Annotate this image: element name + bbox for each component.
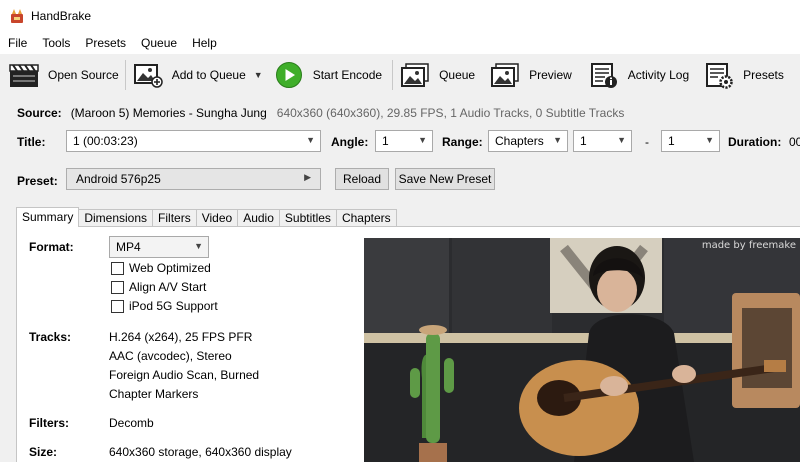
toolbar-separator (392, 60, 394, 90)
menu-tools[interactable]: Tools (34, 32, 77, 54)
pictures-stack-icon (399, 61, 431, 89)
add-picture-icon (132, 61, 164, 89)
duration-label: Duration: (728, 135, 782, 149)
start-encode-label: Start Encode (312, 68, 383, 82)
activity-log-button[interactable]: Activity Log (584, 57, 693, 93)
tab-dimensions[interactable]: Dimensions (78, 209, 154, 227)
chevron-down-icon: ▼ (418, 135, 427, 145)
web-optimized-checkbox[interactable] (111, 262, 124, 275)
open-source-button[interactable]: Open Source (4, 57, 123, 93)
preset-label: Preset: (17, 174, 58, 188)
title-bar: HandBrake (0, 0, 800, 32)
angle-select-value: 1 (382, 134, 389, 148)
save-new-preset-button[interactable]: Save New Preset (395, 168, 495, 190)
open-source-label: Open Source (48, 68, 119, 82)
tab-filters[interactable]: Filters (152, 209, 197, 227)
tab-strip: Summary Dimensions Filters Video Audio S… (16, 207, 397, 227)
duration-value: 00 (789, 135, 800, 149)
tab-audio[interactable]: Audio (237, 209, 280, 227)
chevron-down-icon: ▼ (194, 241, 203, 251)
preview-button[interactable]: Preview (485, 57, 576, 93)
presets-gear-icon (703, 61, 735, 89)
chevron-down-icon: ▼ (306, 135, 315, 145)
source-name: (Maroon 5) Memories - Sungha Jung (70, 106, 267, 120)
tab-subtitles[interactable]: Subtitles (278, 209, 337, 227)
preview-pictures-icon (489, 61, 521, 89)
tab-summary[interactable]: Summary (16, 207, 80, 227)
chevron-down-icon[interactable]: ▼ (254, 70, 263, 80)
reload-button[interactable]: Reload (335, 168, 389, 190)
range-type-value: Chapters (495, 134, 544, 148)
queue-button[interactable]: Queue (395, 57, 479, 93)
ipod-support-label: iPod 5G Support (129, 299, 218, 313)
source-details: 640x360 (640x360), 29.85 FPS, 1 Audio Tr… (276, 106, 625, 120)
add-to-queue-label: Add to Queue (171, 68, 246, 82)
tracks-label: Tracks: (29, 330, 72, 344)
title-select-value: 1 (00:03:23) (73, 134, 138, 148)
format-select-value: MP4 (116, 240, 141, 254)
menu-file[interactable]: File (0, 32, 34, 54)
title-select[interactable]: 1 (00:03:23) ▼ (66, 130, 321, 152)
web-optimized-label: Web Optimized (129, 261, 211, 275)
tab-chapters[interactable]: Chapters (335, 209, 397, 227)
track-audio: AAC (avcodec), Stereo (109, 349, 232, 363)
format-select[interactable]: MP4 ▼ (109, 236, 209, 258)
track-chapters: Chapter Markers (109, 387, 199, 401)
title-label: Title: (17, 135, 46, 149)
source-row: Source: (Maroon 5) Memories - Sungha Jun… (17, 106, 624, 120)
preview-scene-illustration (364, 238, 800, 462)
range-label: Range: (442, 135, 483, 149)
angle-select[interactable]: 1 ▼ (375, 130, 433, 152)
toolbar: Open Source Add to Queue ▼ Start Encode (0, 54, 800, 96)
menu-bar: File Tools Presets Queue Help (0, 32, 800, 54)
align-av-checkbox[interactable] (111, 281, 124, 294)
presets-label: Presets (743, 68, 784, 82)
tab-video[interactable]: Video (195, 209, 239, 227)
play-icon (273, 61, 305, 89)
chevron-down-icon: ▼ (553, 135, 562, 145)
range-start-value: 1 (580, 134, 587, 148)
menu-queue[interactable]: Queue (133, 32, 184, 54)
align-av-label: Align A/V Start (129, 280, 207, 294)
track-video: H.264 (x264), 25 FPS PFR (109, 330, 253, 344)
queue-label: Queue (439, 68, 476, 82)
preset-selector-value: Android 576p25 (76, 172, 161, 186)
range-dash: - (645, 135, 649, 149)
add-to-queue-button[interactable]: Add to Queue ▼ (128, 57, 267, 93)
chevron-right-icon: ▶ (304, 172, 311, 182)
start-encode-button[interactable]: Start Encode (269, 57, 386, 93)
range-end-select[interactable]: 1 ▼ (661, 130, 720, 152)
activity-log-icon (588, 61, 620, 89)
format-label: Format: (29, 240, 74, 254)
film-clapper-icon (8, 61, 40, 89)
range-start-select[interactable]: 1 ▼ (573, 130, 632, 152)
chevron-down-icon: ▼ (617, 135, 626, 145)
handbrake-logo-icon (11, 9, 23, 23)
activity-log-label: Activity Log (627, 68, 690, 82)
menu-help[interactable]: Help (184, 32, 224, 54)
size-value: 640x360 storage, 640x360 display (109, 445, 292, 459)
window-title: HandBrake (31, 9, 92, 23)
filters-value: Decomb (109, 416, 154, 430)
presets-button[interactable]: Presets (699, 57, 788, 93)
ipod-support-checkbox[interactable] (111, 300, 124, 313)
preview-image: made by freemake (364, 238, 800, 462)
source-label: Source: (17, 106, 62, 120)
range-type-select[interactable]: Chapters ▼ (488, 130, 568, 152)
preview-label: Preview (529, 68, 572, 82)
preset-selector[interactable]: Android 576p25 ▶ (66, 168, 321, 190)
filters-label: Filters: (29, 416, 70, 430)
toolbar-separator (124, 60, 126, 90)
angle-label: Angle: (331, 135, 369, 149)
menu-presets[interactable]: Presets (77, 32, 133, 54)
range-end-value: 1 (668, 134, 675, 148)
track-subtitle: Foreign Audio Scan, Burned (109, 368, 260, 382)
preview-watermark: made by freemake (701, 240, 796, 251)
size-label: Size: (29, 445, 58, 459)
chevron-down-icon: ▼ (705, 135, 714, 145)
